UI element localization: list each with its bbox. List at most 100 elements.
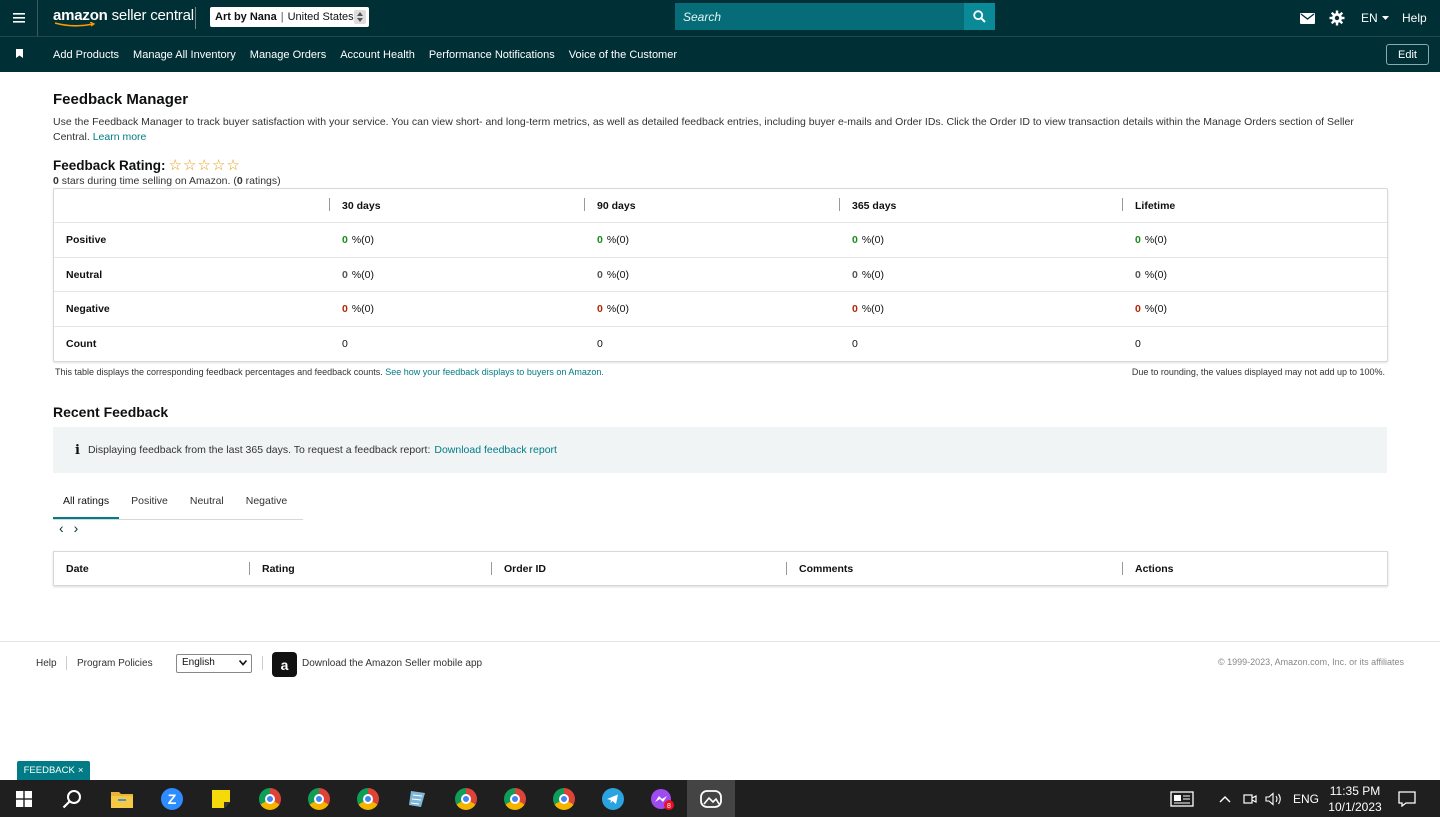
search-button[interactable] bbox=[964, 3, 995, 30]
camera-icon bbox=[1243, 793, 1257, 804]
footer: Help Program Policies English a Download… bbox=[0, 641, 1440, 685]
speaker-icon bbox=[1265, 791, 1281, 806]
taskbar-search[interactable] bbox=[48, 780, 96, 817]
column-header: Lifetime bbox=[1135, 199, 1176, 212]
chrome-icon bbox=[357, 787, 379, 810]
search-icon bbox=[973, 10, 986, 23]
chevron-down-icon bbox=[239, 660, 247, 666]
sticky-note-icon bbox=[212, 789, 230, 808]
feedback-widget-tab[interactable]: FEEDBACK × bbox=[17, 761, 90, 780]
column-header: 30 days bbox=[342, 199, 381, 212]
windows-icon bbox=[16, 790, 32, 807]
star-empty-icon: ☆ bbox=[211, 157, 227, 174]
nav-account-health[interactable]: Account Health bbox=[340, 49, 415, 61]
column-header: Date bbox=[66, 562, 89, 575]
volume-button[interactable] bbox=[1265, 780, 1283, 817]
chrome-profile-5[interactable] bbox=[491, 780, 539, 817]
mail-button[interactable] bbox=[1300, 0, 1315, 36]
nav-manage-orders[interactable]: Manage Orders bbox=[250, 49, 326, 61]
tab-neutral[interactable]: Neutral bbox=[180, 487, 234, 519]
table-row-neutral: Neutral 0 %(0) 0 %(0) 0 %(0) 0 %(0) bbox=[54, 258, 1387, 292]
table-row-count: Count 0 0 0 0 bbox=[66, 338, 1141, 350]
info-banner: i Displaying feedback from the last 365 … bbox=[53, 427, 1387, 473]
column-header: Order ID bbox=[504, 562, 547, 575]
column-header: 90 days bbox=[597, 199, 636, 212]
photos-icon bbox=[700, 789, 722, 808]
notepad-icon bbox=[409, 790, 425, 807]
nav-voice-of-the-customer[interactable]: Voice of the Customer bbox=[569, 49, 677, 61]
column-header: Rating bbox=[262, 562, 295, 575]
svg-text:8: 8 bbox=[667, 803, 671, 810]
chrome-profile-4[interactable] bbox=[442, 780, 490, 817]
search-icon bbox=[62, 789, 81, 808]
column-header: Comments bbox=[799, 562, 854, 575]
bookmark-icon[interactable] bbox=[16, 49, 23, 58]
news-widget[interactable] bbox=[1170, 780, 1194, 817]
rating-summary: 0 stars during time selling on Amazon. (… bbox=[53, 175, 281, 187]
download-app-link[interactable]: Download the Amazon Seller mobile app bbox=[302, 658, 482, 669]
feedback-display-link[interactable]: See how your feedback displays to buyers… bbox=[385, 367, 604, 377]
footer-help-link[interactable]: Help bbox=[36, 658, 57, 669]
bookmark-nav-bar: Add Products Manage All Inventory Manage… bbox=[0, 36, 1440, 72]
search-box bbox=[675, 3, 995, 30]
column-header: 365 days bbox=[852, 199, 897, 212]
feedback-metrics-table: 30 days 90 days 365 days Lifetime Positi… bbox=[53, 188, 1388, 362]
chrome-profile-1[interactable] bbox=[246, 780, 294, 817]
edit-button[interactable]: Edit bbox=[1386, 44, 1429, 65]
sticky-notes-app[interactable] bbox=[197, 780, 245, 817]
copyright: © 1999-2023, Amazon.com, Inc. or its aff… bbox=[1217, 657, 1404, 667]
chevron-right-icon[interactable]: › bbox=[74, 520, 79, 536]
chrome-profile-6[interactable] bbox=[540, 780, 588, 817]
search-input[interactable] bbox=[675, 3, 964, 30]
chrome-icon bbox=[308, 787, 330, 810]
telegram-icon bbox=[602, 787, 624, 810]
svg-text:Z: Z bbox=[168, 791, 177, 807]
system-clock[interactable]: 11:35 PM 10/1/2023 bbox=[1318, 783, 1392, 815]
chevron-left-icon[interactable]: ‹ bbox=[59, 520, 64, 536]
page-title: Feedback Manager bbox=[53, 91, 189, 108]
learn-more-link[interactable]: Learn more bbox=[93, 131, 147, 143]
menu-button[interactable] bbox=[0, 0, 38, 36]
top-bar: amazon seller central Art by Nana | Unit… bbox=[0, 0, 1440, 36]
chrome-icon bbox=[504, 787, 526, 810]
meet-now-button[interactable] bbox=[1243, 780, 1257, 817]
tab-negative[interactable]: Negative bbox=[236, 487, 297, 519]
language-selector[interactable]: EN bbox=[1361, 0, 1389, 36]
store-selector[interactable]: Art by Nana | United States bbox=[210, 7, 369, 27]
nav-performance-notifications[interactable]: Performance Notifications bbox=[429, 49, 555, 61]
nav-manage-all-inventory[interactable]: Manage All Inventory bbox=[133, 49, 236, 61]
star-empty-icon: ☆ bbox=[197, 157, 212, 174]
download-feedback-report-link[interactable]: Download feedback report bbox=[434, 444, 557, 456]
amazon-seller-central-logo[interactable]: amazon seller central bbox=[53, 7, 194, 27]
star-empty-icon: ☆ bbox=[226, 157, 241, 174]
nav-add-products[interactable]: Add Products bbox=[53, 49, 119, 61]
photos-app[interactable] bbox=[687, 780, 735, 817]
notification-icon bbox=[1398, 790, 1416, 807]
rating-tabs: All ratings Positive Neutral Negative bbox=[53, 487, 303, 520]
help-link[interactable]: Help bbox=[1402, 0, 1427, 36]
column-header: Actions bbox=[1135, 562, 1174, 575]
start-button[interactable] bbox=[0, 780, 48, 817]
language-select[interactable]: English bbox=[176, 654, 252, 673]
program-policies-link[interactable]: Program Policies bbox=[77, 658, 153, 669]
notepad-app[interactable] bbox=[393, 780, 441, 817]
input-language[interactable]: ENG bbox=[1293, 780, 1319, 817]
file-explorer-app[interactable] bbox=[98, 780, 146, 817]
tab-all-ratings[interactable]: All ratings bbox=[53, 487, 120, 519]
info-icon: i bbox=[75, 442, 80, 458]
mail-icon bbox=[1300, 12, 1315, 24]
chrome-profile-2[interactable] bbox=[295, 780, 343, 817]
zoom-app[interactable]: Z bbox=[148, 780, 196, 817]
chrome-icon bbox=[455, 787, 477, 810]
settings-button[interactable] bbox=[1329, 0, 1345, 36]
notifications-button[interactable] bbox=[1398, 780, 1416, 817]
tray-chevron[interactable] bbox=[1219, 780, 1231, 817]
table-note: This table displays the corresponding fe… bbox=[55, 367, 604, 377]
chrome-profile-3[interactable] bbox=[344, 780, 392, 817]
close-icon[interactable]: × bbox=[78, 765, 84, 776]
telegram-app[interactable] bbox=[589, 780, 637, 817]
amazon-app-icon[interactable]: a bbox=[272, 652, 297, 677]
page-intro: Use the Feedback Manager to track buyer … bbox=[53, 116, 1354, 143]
messenger-app[interactable]: 8 bbox=[638, 780, 686, 817]
tab-positive[interactable]: Positive bbox=[121, 487, 178, 519]
